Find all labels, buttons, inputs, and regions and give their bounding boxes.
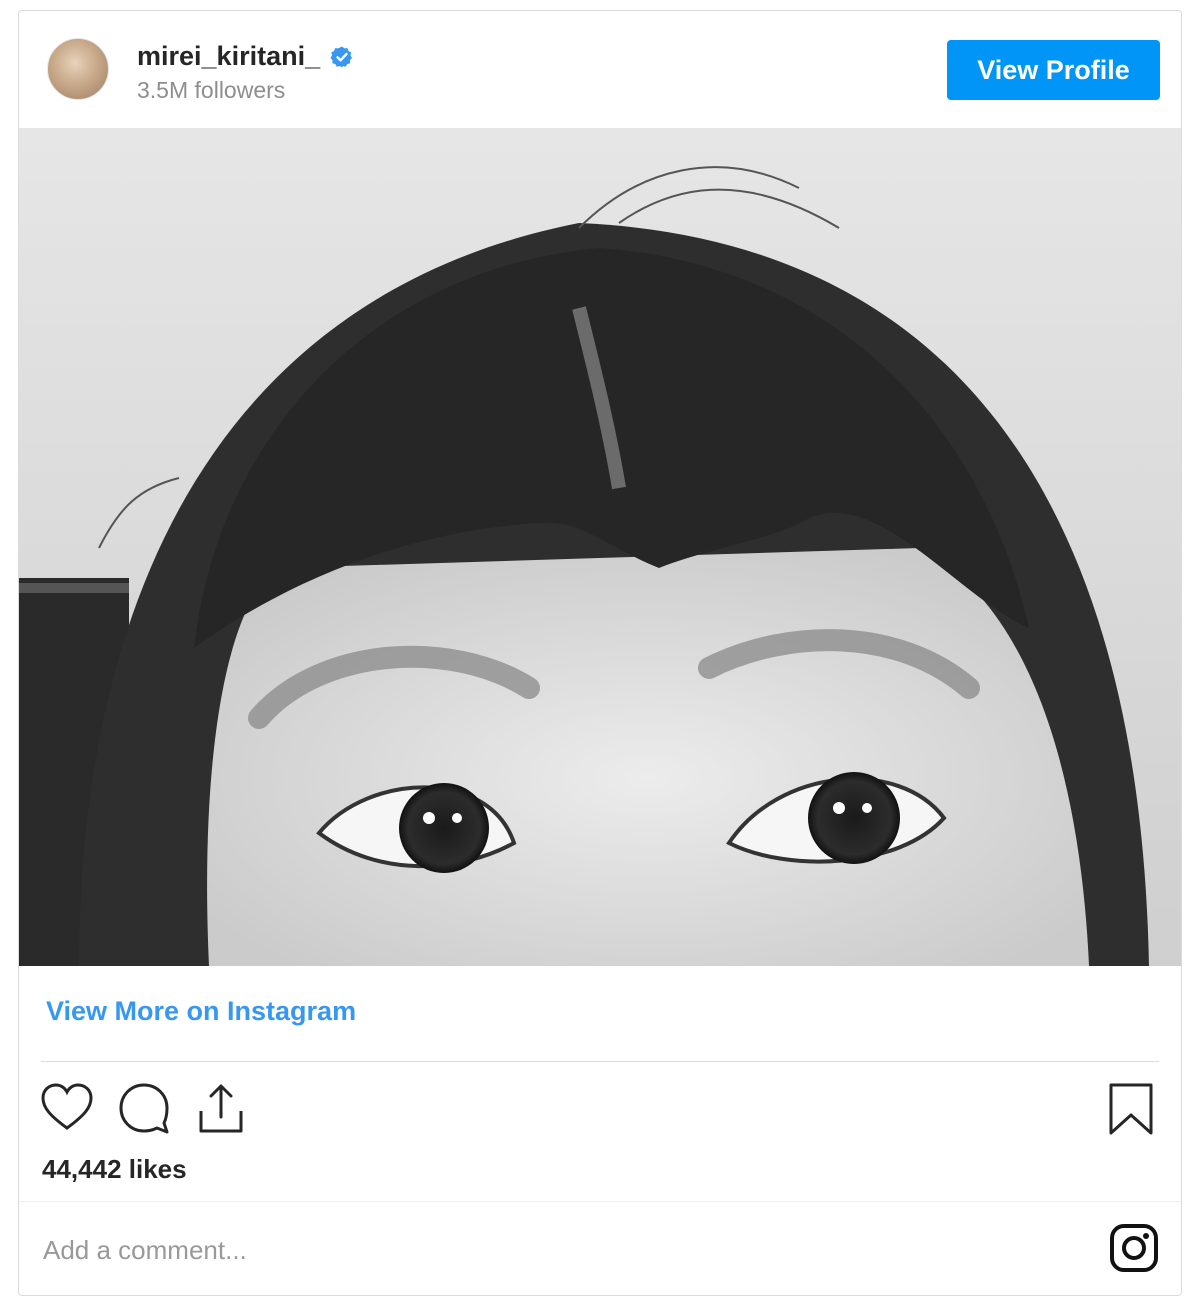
username-row: mirei_kiritani_ — [137, 41, 354, 72]
comment-icon[interactable] — [116, 1081, 172, 1137]
comment-input[interactable] — [41, 1227, 1045, 1273]
divider — [19, 1201, 1181, 1202]
instagram-embed-card: mirei_kiritani_ 3.5M followers View Prof… — [18, 10, 1182, 1296]
view-profile-button[interactable]: View Profile — [947, 40, 1160, 100]
post-photo[interactable] — [19, 128, 1181, 966]
verified-badge-icon — [330, 46, 353, 67]
username[interactable]: mirei_kiritani_ — [137, 41, 320, 72]
post-header: mirei_kiritani_ 3.5M followers View Prof… — [19, 11, 1181, 128]
share-icon[interactable] — [193, 1081, 249, 1137]
likes-count: 44,442 likes — [42, 1154, 187, 1184]
follower-count: 3.5M followers — [137, 77, 286, 103]
post-photo-illustration — [19, 128, 1181, 966]
bookmark-icon[interactable] — [1103, 1081, 1159, 1137]
heart-icon[interactable] — [39, 1081, 95, 1137]
divider — [41, 1061, 1159, 1062]
view-more-link[interactable]: View More on Instagram — [46, 996, 356, 1027]
profile-avatar[interactable] — [47, 38, 109, 100]
instagram-logo-icon[interactable] — [1109, 1223, 1159, 1273]
